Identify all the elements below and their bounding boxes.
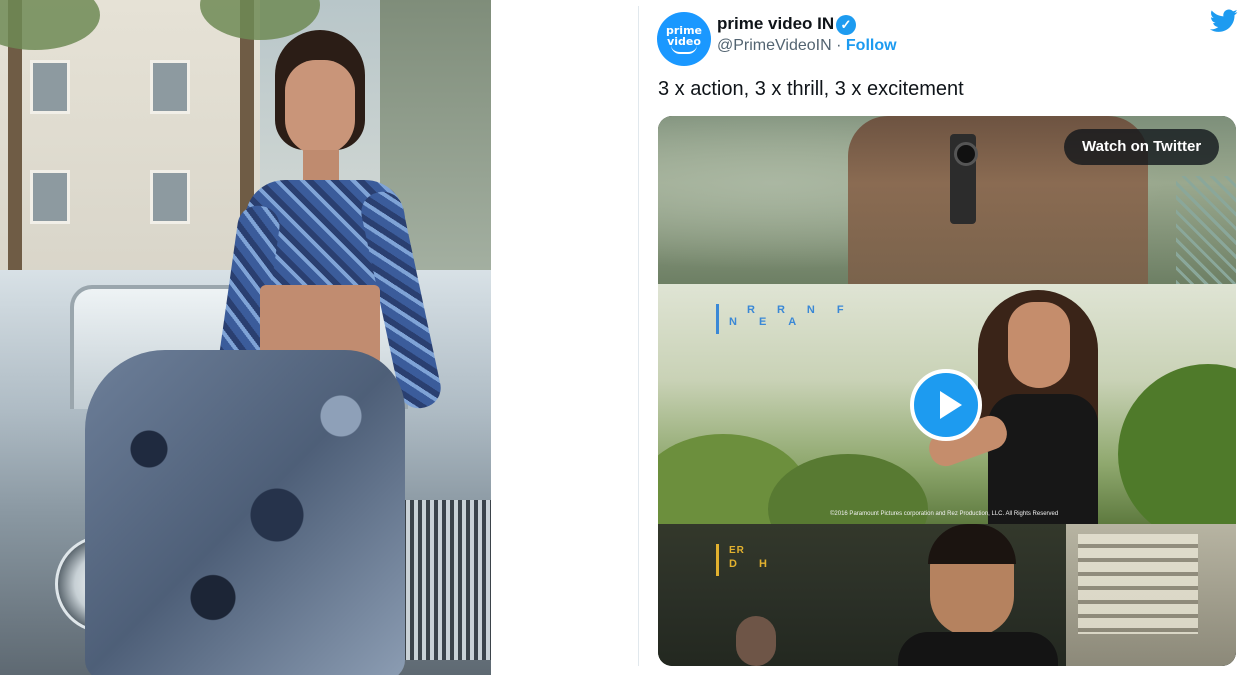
actress: [924, 284, 1128, 524]
watch-on-twitter-button[interactable]: Watch on Twitter: [1064, 129, 1220, 165]
video-media[interactable]: RRNF NEA ©2016 Paramount Pictures corpor…: [658, 116, 1236, 666]
verified-badge-icon: ✓: [836, 15, 856, 35]
smile-arrow-icon: [671, 45, 697, 54]
title-card-3-line1: ER: [729, 545, 745, 556]
twitter-bird-icon[interactable]: [1210, 9, 1238, 33]
title-card-3: ER DH: [716, 544, 789, 576]
tweet-embed: prime video prime video IN ✓ @PrimeVideo…: [640, 0, 1250, 675]
follow-link[interactable]: Follow: [846, 37, 897, 54]
separator: ·: [836, 37, 842, 54]
actor: [888, 524, 1068, 666]
title-card: RRNF NEA: [716, 304, 866, 334]
tweet-text: 3 x action, 3 x thrill, 3 x excitement: [658, 78, 964, 100]
title-card-line2: NEA: [729, 316, 819, 328]
title-card-line1: RRNF: [747, 304, 866, 316]
play-button[interactable]: [910, 369, 982, 441]
copyright-caption: ©2016 Paramount Pictures corporation and…: [830, 511, 1059, 517]
avatar-text-line1: prime: [666, 23, 702, 37]
title-card-3-line2: DH: [729, 558, 789, 570]
video-frame-3: ER DH: [658, 524, 1236, 666]
display-name[interactable]: prime video IN: [717, 14, 834, 34]
handle-row: @PrimeVideoIN · Follow: [717, 37, 897, 55]
divider: [638, 6, 639, 666]
play-icon: [940, 391, 962, 419]
avatar[interactable]: prime video: [657, 12, 711, 66]
model-figure: [85, 30, 445, 675]
feature-photo: [0, 0, 491, 675]
handle[interactable]: @PrimeVideoIN: [717, 37, 832, 54]
